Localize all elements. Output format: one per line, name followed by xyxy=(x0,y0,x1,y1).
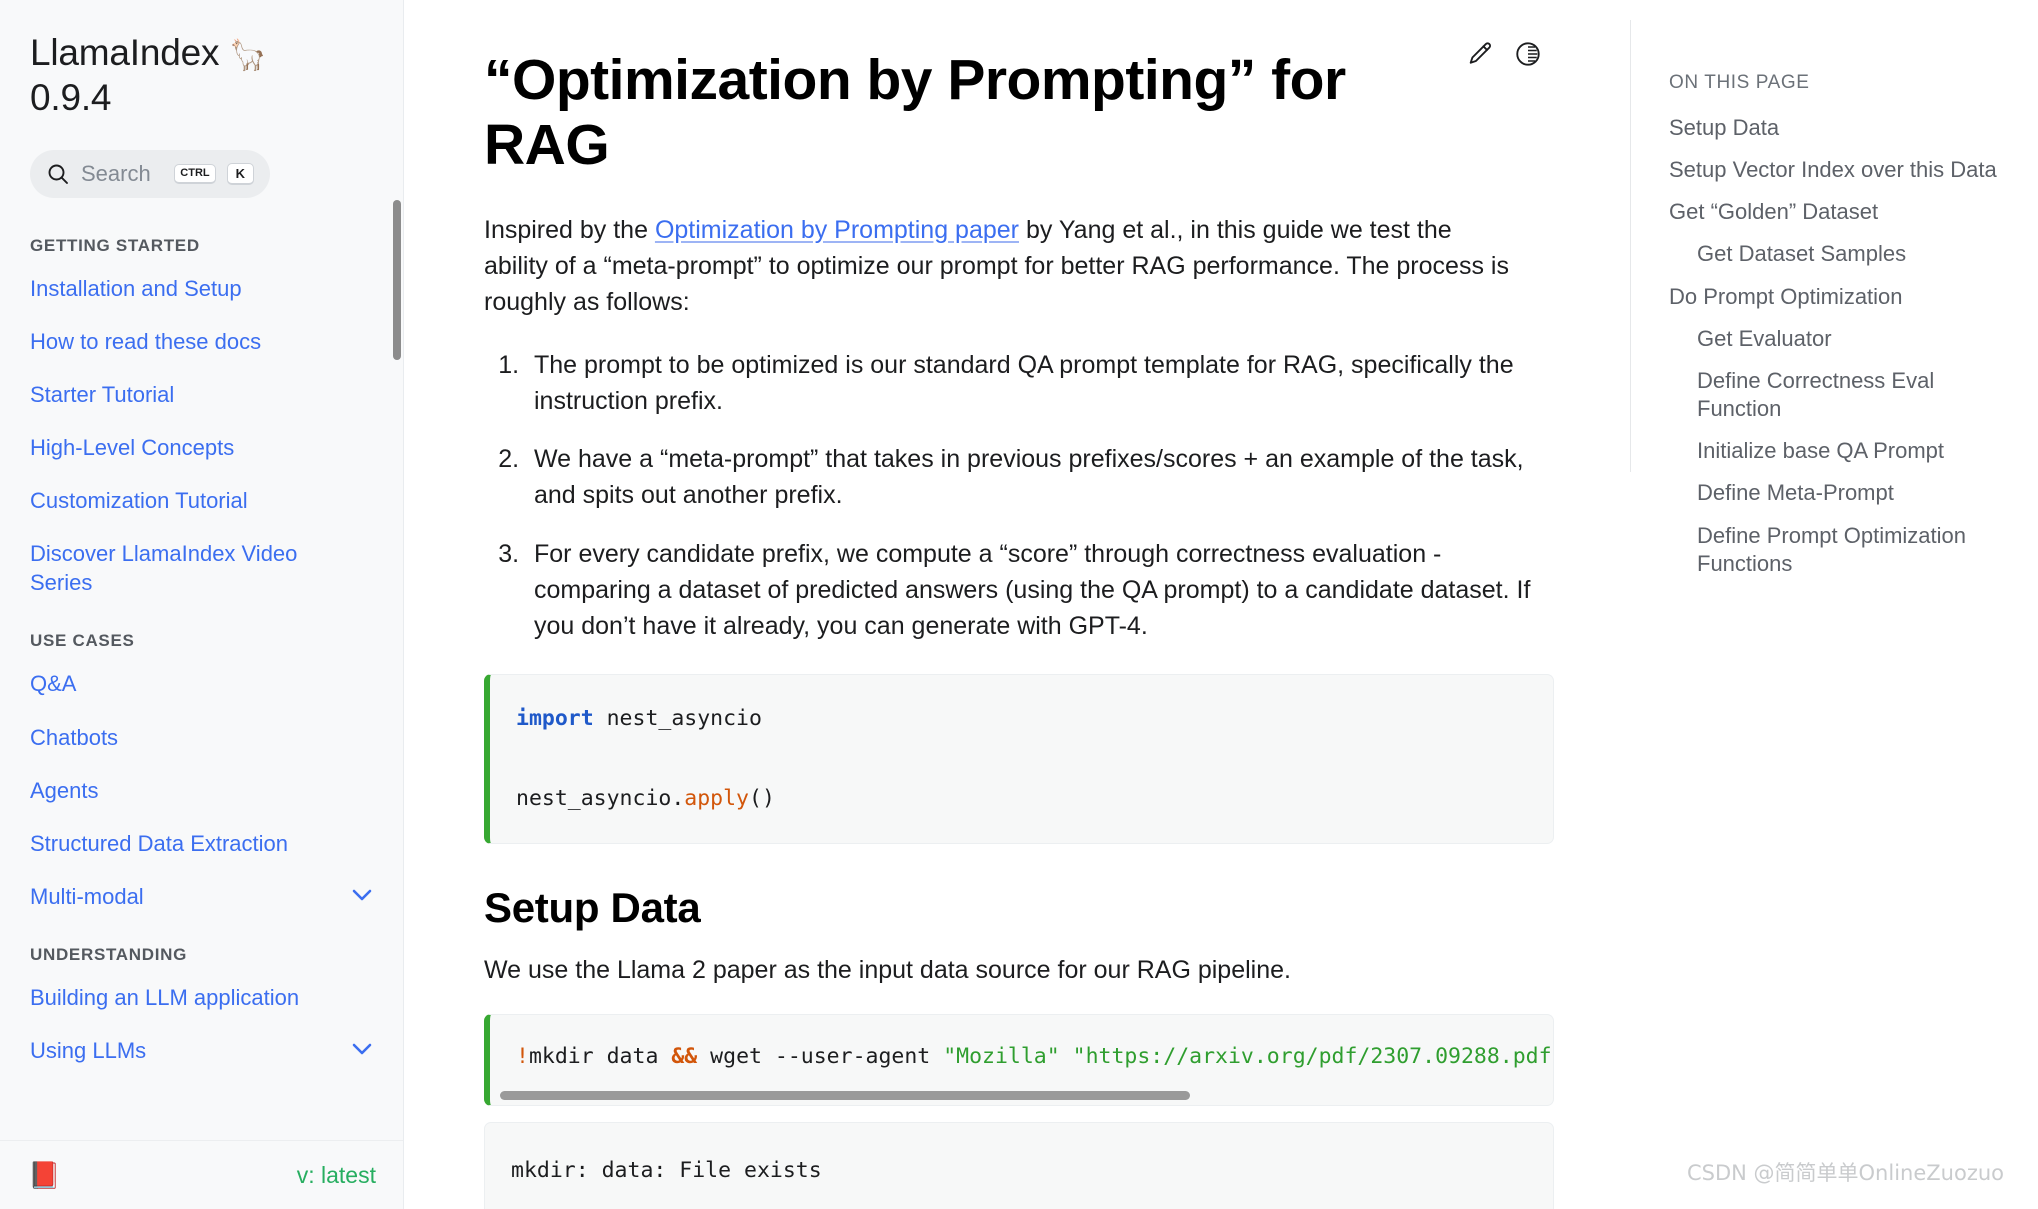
sidebar-item-label: Multi-modal xyxy=(30,883,144,909)
list-item: The prompt to be optimized is our standa… xyxy=(526,347,1554,420)
toc-item-setup-vector-index-over-this-data[interactable]: Setup Vector Index over this Data xyxy=(1669,156,2012,184)
process-steps-list: The prompt to be optimized is our standa… xyxy=(484,347,1554,645)
sidebar-item-agents[interactable]: Agents xyxy=(0,776,403,805)
sidebar-item-label: Starter Tutorial xyxy=(30,382,175,408)
sidebar-item-label: Structured Data Extraction xyxy=(30,830,289,856)
sidebar-item-label: How to read these docs xyxy=(30,329,262,355)
code-parens: () xyxy=(749,785,775,811)
toc-title: ON THIS PAGE xyxy=(1669,72,1810,93)
toc-item-get-evaluator[interactable]: Get Evaluator xyxy=(1669,325,2012,353)
sidebar-item-label: Customization Tutorial xyxy=(30,488,248,514)
search-input[interactable]: Search CTRL K xyxy=(30,150,270,199)
sidebar-item-multi-modal[interactable]: Multi-modal xyxy=(0,882,403,911)
section-heading-setup-data: Setup Data xyxy=(484,883,701,931)
sidebar-scroll-area: LlamaIndex 🦙 0.9.4 Search CTRL K GETTING… xyxy=(0,0,403,1140)
code-call-object: nest_asyncio. xyxy=(516,785,685,811)
nav-group-title: USE CASES xyxy=(30,631,135,651)
sidebar-scrollbar[interactable] xyxy=(393,200,401,360)
sidebar-item-building-an-llm-application[interactable]: Building an LLM application xyxy=(0,983,403,1012)
sidebar-footer: 📕 v: latest xyxy=(0,1140,403,1209)
sidebar-item-how-to-read-these-docs[interactable]: How to read these docs xyxy=(0,327,403,356)
kbd-ctrl: CTRL xyxy=(174,164,216,185)
sidebar-item-chatbots[interactable]: Chatbots xyxy=(0,723,403,752)
code-function: apply xyxy=(684,785,750,811)
toc-item-define-correctness-eval-function[interactable]: Define Correctness Eval Function xyxy=(1669,367,2012,423)
code-horizontal-scrollbar[interactable] xyxy=(500,1090,1190,1100)
edit-page-icon[interactable] xyxy=(1466,40,1494,68)
watermark: CSDN @简简单单OnlineZuozuo xyxy=(1686,1161,2004,1185)
brand-block[interactable]: LlamaIndex 🦙 0.9.4 xyxy=(0,30,403,120)
code-module: nest_asyncio xyxy=(593,706,762,732)
sidebar-item-installation-and-setup[interactable]: Installation and Setup xyxy=(0,274,403,303)
code-rest: wget --user-agent xyxy=(697,1043,944,1069)
sidebar-item-customization-tutorial[interactable]: Customization Tutorial xyxy=(0,486,403,515)
color-theme-icon[interactable] xyxy=(1514,40,1542,68)
page-action-buttons xyxy=(1466,40,1542,68)
code-block-import[interactable]: import nest_asyncio nest_asyncio.apply() xyxy=(484,674,1554,844)
nav-group-understanding: UNDERSTANDING Building an LLM applicatio… xyxy=(0,945,403,1065)
llama-icon: 🦙 xyxy=(229,39,267,72)
page-title: “Optimization by Prompting” for RAG xyxy=(484,48,1346,177)
sidebar-item-label: Chatbots xyxy=(30,724,119,750)
main-content: “Optimization by Prompting” for RAG Insp… xyxy=(404,0,1630,1209)
intro-paragraph: Inspired by the Optimization by Promptin… xyxy=(484,212,1514,321)
toc-item-define-meta-prompt[interactable]: Define Meta-Prompt xyxy=(1669,479,2012,507)
nav-group-title: GETTING STARTED xyxy=(30,236,200,256)
kbd-k: K xyxy=(226,163,254,186)
sidebar-item-high-level-concepts[interactable]: High-Level Concepts xyxy=(0,433,403,462)
sidebar-item-structured-data-extraction[interactable]: Structured Data Extraction xyxy=(0,829,403,858)
left-sidebar: LlamaIndex 🦙 0.9.4 Search CTRL K GETTING… xyxy=(0,0,404,1209)
sidebar-item-starter-tutorial[interactable]: Starter Tutorial xyxy=(0,380,403,409)
code-bang: ! xyxy=(516,1043,529,1069)
toc-item-get-dataset-samples[interactable]: Get Dataset Samples xyxy=(1669,240,2012,268)
toc-item-define-prompt-optimization-functions[interactable]: Define Prompt Optimization Functions xyxy=(1669,522,2012,578)
sidebar-item-label: Agents xyxy=(30,777,99,803)
version-selector[interactable]: v: latest xyxy=(297,1162,376,1189)
nav-group-use-cases: USE CASES Q&A Chatbots Agents Structured… xyxy=(0,631,403,910)
toc-item-initialize-base-qa-prompt[interactable]: Initialize base QA Prompt xyxy=(1669,437,2012,465)
code-command: mkdir data xyxy=(528,1043,672,1069)
sidebar-item-label: Installation and Setup xyxy=(30,276,242,302)
toc-item-get-golden-dataset[interactable]: Get “Golden” Dataset xyxy=(1669,198,2012,226)
code-block-wget[interactable]: !mkdir data && wget --user-agent "Mozill… xyxy=(484,1013,1554,1106)
toc-item-do-prompt-optimization[interactable]: Do Prompt Optimization xyxy=(1669,283,2012,311)
code-output-block: mkdir: data: File exists xyxy=(484,1121,1554,1209)
sidebar-item-discover-llamaindex-video-series[interactable]: Discover LlamaIndex Video Series xyxy=(0,539,403,597)
chevron-down-icon[interactable] xyxy=(351,888,373,907)
search-icon xyxy=(46,162,70,186)
sidebar-item-qa[interactable]: Q&A xyxy=(0,669,403,698)
search-placeholder: Search xyxy=(81,161,151,187)
nav-group-getting-started: GETTING STARTED Installation and Setup H… xyxy=(0,236,403,597)
list-item: For every candidate prefix, we compute a… xyxy=(526,536,1554,645)
sidebar-nav: GETTING STARTED Installation and Setup H… xyxy=(0,236,403,1064)
list-item: We have a “meta-prompt” that takes in pr… xyxy=(526,441,1554,514)
on-this-page-toc: ON THIS PAGE Setup Data Setup Vector Ind… xyxy=(1630,20,2038,576)
sidebar-item-label: Building an LLM application xyxy=(30,984,300,1010)
code-string-url: "https://arxiv.org/pdf/2307.09288.pdf" xyxy=(1072,1043,1554,1069)
sidebar-item-label: High-Level Concepts xyxy=(30,435,235,461)
brand-version: 0.9.4 xyxy=(30,77,112,119)
code-keyword: import xyxy=(516,706,594,732)
optimization-by-prompting-paper-link[interactable]: Optimization by Prompting paper xyxy=(655,216,1019,244)
toc-item-setup-data[interactable]: Setup Data xyxy=(1669,114,2012,142)
chevron-down-icon[interactable] xyxy=(351,1042,373,1061)
sidebar-item-label: Q&A xyxy=(30,671,77,697)
code-operator: && xyxy=(671,1043,698,1069)
code-string-user-agent: "Mozilla" xyxy=(943,1043,1060,1069)
setup-data-paragraph: We use the Llama 2 paper as the input da… xyxy=(484,955,1291,984)
intro-text-before: Inspired by the xyxy=(484,215,655,244)
book-icon[interactable]: 📕 xyxy=(28,1162,60,1188)
brand-name: LlamaIndex xyxy=(30,32,220,73)
sidebar-item-using-llms[interactable]: Using LLMs xyxy=(0,1036,403,1065)
docs-page: LlamaIndex 🦙 0.9.4 Search CTRL K GETTING… xyxy=(0,0,2038,1209)
nav-group-title: UNDERSTANDING xyxy=(30,944,188,964)
sidebar-item-label: Discover LlamaIndex Video Series xyxy=(30,541,298,596)
sidebar-item-label: Using LLMs xyxy=(30,1037,147,1063)
